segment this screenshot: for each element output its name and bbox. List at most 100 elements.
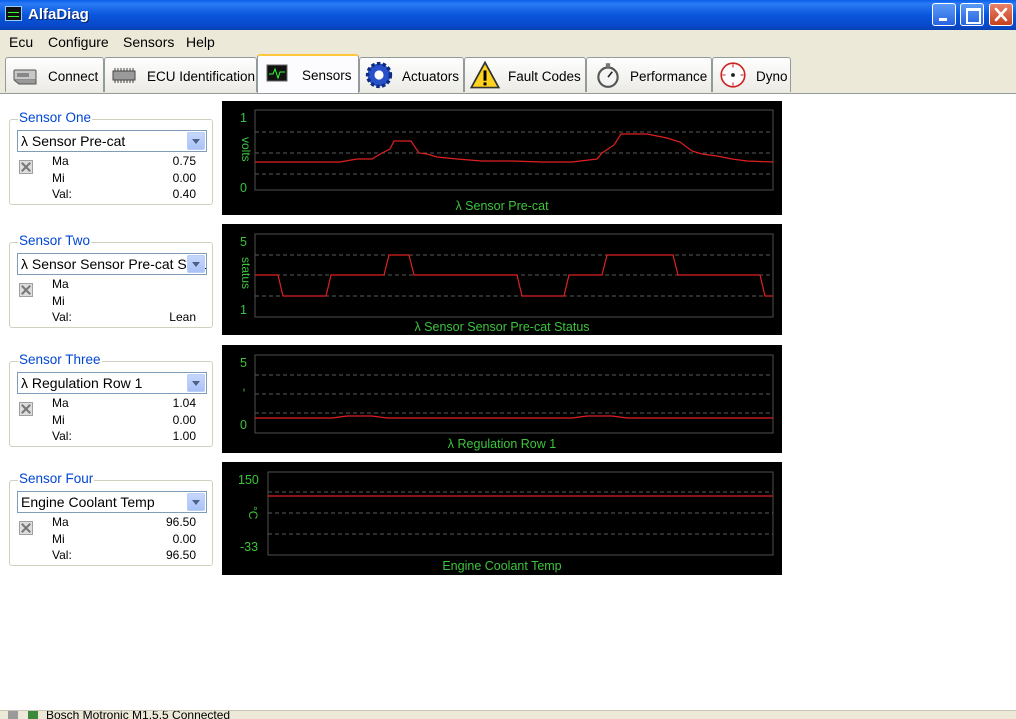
min-label: Mi — [52, 171, 65, 185]
tab-strip: Connect ECU Identification Sensors Actua… — [0, 54, 1016, 94]
group-title: Sensor Four — [18, 471, 95, 486]
sensor-three-select[interactable]: λ Regulation Row 1 — [17, 372, 207, 394]
chevron-down-icon[interactable] — [187, 132, 205, 150]
tab-sensors[interactable]: Sensors — [257, 54, 359, 94]
tab-connect[interactable]: Connect — [5, 57, 104, 92]
min-value: 0.00 — [172, 413, 196, 427]
sensor-three-checkbox[interactable] — [19, 402, 33, 416]
sensor-four-graph: 150 -33 °C Engine Coolant Temp — [222, 462, 782, 575]
title-bar: AlfaDiag — [0, 0, 1016, 30]
close-button[interactable] — [989, 3, 1013, 26]
y-max-label: 150 — [238, 473, 259, 487]
tab-label: ECU Identification — [147, 69, 256, 84]
maximize-button[interactable] — [960, 3, 984, 26]
min-label: Mi — [52, 532, 65, 546]
sensor-three-group: Sensor Three λ Regulation Row 1 Ma 1.04 … — [9, 352, 213, 447]
sensor-four-group: Sensor Four Engine Coolant Temp Ma 96.50… — [9, 471, 213, 566]
max-value: 1.04 — [172, 396, 196, 410]
graph-plot — [254, 233, 774, 318]
graph-title: λ Sensor Sensor Pre-cat Status — [414, 320, 590, 334]
menu-sensors[interactable]: Sensors — [123, 34, 174, 50]
y-min-label: -33 — [240, 540, 259, 554]
max-label: Ma — [52, 396, 69, 410]
max-label: Ma — [52, 515, 69, 529]
min-label: Mi — [52, 413, 65, 427]
window-title: AlfaDiag — [28, 6, 89, 23]
tab-dyno[interactable]: Dyno — [712, 57, 791, 92]
y-max-label: 5 — [240, 356, 247, 370]
tab-label: Sensors — [302, 68, 352, 83]
tab-performance[interactable]: Performance — [586, 57, 712, 92]
current-label: Val: — [52, 548, 72, 562]
tab-actuators[interactable]: Actuators — [359, 57, 464, 92]
graph-plot — [254, 109, 774, 191]
chevron-down-icon[interactable] — [187, 374, 205, 392]
tab-label: Connect — [48, 69, 99, 84]
menu-configure[interactable]: Configure — [48, 34, 109, 50]
sensor-one-checkbox[interactable] — [19, 160, 33, 174]
tab-label: Performance — [630, 69, 708, 84]
content-border — [0, 93, 1016, 94]
max-label: Ma — [52, 277, 69, 291]
current-label: Val: — [52, 187, 72, 201]
connect-icon — [13, 69, 37, 85]
app-icon — [5, 6, 22, 21]
group-title: Sensor Three — [18, 352, 102, 367]
trace-line — [255, 254, 773, 297]
min-label: Mi — [52, 294, 65, 308]
monitor-icon — [266, 64, 288, 82]
current-label: Val: — [52, 429, 72, 443]
min-value: 0.00 — [172, 171, 196, 185]
menu-ecu[interactable]: Ecu — [9, 34, 33, 50]
sensor-four-select[interactable]: Engine Coolant Temp — [17, 491, 207, 513]
stopwatch-icon — [597, 63, 619, 88]
sensor-two-select[interactable]: λ Sensor Sensor Pre-cat Status — [17, 253, 207, 275]
y-unit-label: volts — [239, 137, 253, 162]
chevron-down-icon[interactable] — [187, 493, 205, 511]
gear-icon — [365, 61, 393, 89]
y-max-label: 1 — [240, 111, 247, 125]
minimize-button[interactable] — [932, 3, 956, 26]
select-value: λ Regulation Row 1 — [21, 375, 143, 391]
graph-title: Engine Coolant Temp — [442, 559, 562, 573]
y-min-label: 0 — [240, 181, 247, 195]
graph-title: λ Regulation Row 1 — [447, 437, 557, 451]
sensor-two-group: Sensor Two λ Sensor Sensor Pre-cat Statu… — [9, 233, 213, 328]
sensor-two-checkbox[interactable] — [19, 283, 33, 297]
sensor-one-group: Sensor One λ Sensor Pre-cat Ma 0.75 Mi 0… — [9, 110, 213, 205]
menu-bar: Ecu Configure Sensors Help — [0, 30, 1016, 54]
chevron-down-icon[interactable] — [187, 255, 205, 273]
current-value: 96.50 — [165, 548, 196, 562]
graph-title: λ Sensor Pre-cat — [455, 199, 549, 213]
sensor-one-select[interactable]: λ Sensor Pre-cat — [17, 130, 207, 152]
max-value: 96.50 — [165, 515, 196, 529]
sensor-one-graph: 1 0 volts λ Sensor Pre-cat — [222, 101, 782, 215]
max-value: 0.75 — [172, 154, 196, 168]
min-value: 0.00 — [172, 532, 196, 546]
y-unit-label: - — [238, 388, 252, 392]
current-label: Val: — [52, 310, 72, 324]
y-unit-label: °C — [246, 506, 260, 520]
tab-label: Actuators — [402, 69, 460, 84]
tab-ecu-identification[interactable]: ECU Identification — [104, 57, 257, 92]
tab-fault-codes[interactable]: Fault Codes — [464, 57, 586, 92]
current-value: Lean — [169, 310, 196, 324]
close-icon — [994, 7, 1008, 22]
select-value: λ Sensor Pre-cat — [21, 133, 126, 149]
group-title: Sensor Two — [18, 233, 92, 248]
chip-icon — [112, 68, 136, 83]
y-unit-label: status — [239, 257, 253, 290]
current-value: 1.00 — [172, 429, 196, 443]
max-label: Ma — [52, 154, 69, 168]
warning-icon — [469, 60, 501, 89]
trace-line — [255, 415, 773, 419]
tab-label: Dyno — [756, 69, 788, 84]
group-title: Sensor One — [18, 110, 93, 125]
gauge-icon — [720, 62, 746, 88]
y-min-label: 0 — [240, 418, 247, 432]
sensor-four-checkbox[interactable] — [19, 521, 33, 535]
select-value: Engine Coolant Temp — [21, 494, 155, 510]
current-value: 0.40 — [172, 187, 196, 201]
menu-help[interactable]: Help — [186, 34, 215, 50]
select-value: λ Sensor Sensor Pre-cat Status — [21, 256, 207, 272]
